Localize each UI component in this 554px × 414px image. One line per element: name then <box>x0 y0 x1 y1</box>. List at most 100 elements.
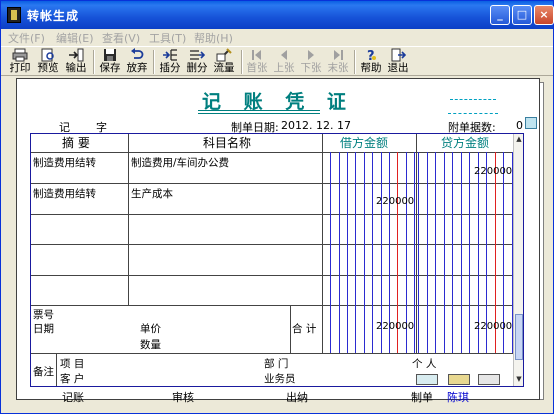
salesman-label: 业务员 <box>264 373 296 385</box>
first-page-icon <box>249 48 265 62</box>
row-1-summary[interactable]: 制造费用结转 <box>33 155 96 170</box>
cash-flow-icon <box>216 48 232 62</box>
row-2-summary[interactable]: 制造费用结转 <box>33 186 96 201</box>
minimize-button[interactable]: _ <box>490 5 510 25</box>
bookkeeping-label: 记账 <box>62 391 84 404</box>
insert-row-icon <box>162 48 178 62</box>
app-icon <box>7 7 21 23</box>
person-label: 个 人 <box>412 358 437 370</box>
digit-line <box>452 152 453 353</box>
delete-entry-button[interactable]: 删分 <box>184 47 210 76</box>
grid-line <box>31 305 513 306</box>
print-button[interactable]: 打印 <box>7 47 33 76</box>
grid-line <box>290 305 291 353</box>
credit-total: 220000 <box>474 321 513 332</box>
abandon-button[interactable]: 放弃 <box>124 47 150 76</box>
row-2-debit[interactable]: 220000 <box>376 196 414 207</box>
row-1-account[interactable]: 制造费用/车间办公费 <box>131 155 229 170</box>
dashed-line <box>450 99 496 100</box>
digit-line <box>347 152 348 353</box>
menu-edit[interactable]: 编辑(E) <box>56 30 94 46</box>
ticket-date-label: 日期 <box>33 323 54 335</box>
debit-total: 220000 <box>376 321 415 332</box>
card-icon[interactable] <box>416 374 438 385</box>
help-button[interactable]: ? 帮助 <box>358 47 384 76</box>
title-underline <box>198 110 320 111</box>
menu-file[interactable]: 文件(F) <box>8 30 45 46</box>
project-label: 项 目 <box>60 358 85 370</box>
row-1-credit[interactable]: 220000 <box>474 166 512 177</box>
toolbar: 打印 预览 输出 保存 放弃 插分 删分 流量 首张 上张 下张 末张 ? 帮助… <box>1 46 553 76</box>
scroll-thumb[interactable] <box>515 314 523 360</box>
last-voucher-button[interactable]: 末张 <box>325 47 351 76</box>
first-voucher-button[interactable]: 首张 <box>244 47 270 76</box>
delete-row-icon <box>189 48 206 62</box>
vertical-scrollbar[interactable]: ▲ ▼ <box>513 134 523 386</box>
voucher-date[interactable]: 2012. 12. 17 <box>281 119 351 132</box>
next-page-icon <box>303 48 319 62</box>
maker-label: 制单 <box>411 391 433 404</box>
menu-help[interactable]: 帮助(H) <box>194 30 233 46</box>
grid-line <box>31 183 513 184</box>
digit-line <box>414 152 415 353</box>
debit-header: 借方金额 <box>340 136 389 150</box>
search-icon[interactable] <box>525 117 537 129</box>
grid-line <box>322 134 323 353</box>
attachments-count[interactable]: 0 <box>516 119 523 132</box>
digit-line <box>330 152 331 353</box>
digit-line <box>444 152 445 353</box>
undo-icon <box>129 48 145 62</box>
floppy-icon <box>102 48 118 62</box>
total-label: 合 计 <box>292 323 317 335</box>
toolbar-separator <box>153 50 155 74</box>
digit-line <box>427 152 428 353</box>
last-page-icon <box>330 48 346 62</box>
grid-line <box>31 152 513 153</box>
review-label: 审核 <box>172 391 194 404</box>
exit-button[interactable]: 退出 <box>385 47 411 76</box>
ticket-no-label: 票号 <box>33 309 54 321</box>
grid-line <box>31 353 513 354</box>
scroll-down-icon[interactable]: ▼ <box>515 375 523 384</box>
title-underline <box>198 113 320 114</box>
menu-view[interactable]: 查看(V) <box>102 30 140 46</box>
export-icon <box>68 48 84 62</box>
grid-line <box>31 275 513 276</box>
next-voucher-button[interactable]: 下张 <box>298 47 324 76</box>
scroll-up-icon[interactable]: ▲ <box>515 135 523 144</box>
title-bar: 转帐生成 _ □ × <box>1 1 554 29</box>
preview-button[interactable]: 预览 <box>35 47 61 76</box>
preview-icon <box>40 48 56 62</box>
digit-line <box>435 152 436 353</box>
toolbar-separator <box>241 50 243 74</box>
id-card-icon[interactable] <box>448 374 470 385</box>
account-header: 科目名称 <box>203 136 252 150</box>
cash-flow-button[interactable]: 流量 <box>211 47 237 76</box>
grid-line <box>31 214 513 215</box>
unit-price-label: 单价 <box>140 323 161 335</box>
customer-label: 客 户 <box>60 373 85 385</box>
remarks-label: 备注 <box>33 366 54 378</box>
department-label: 部 门 <box>264 358 289 370</box>
row-2-account[interactable]: 生产成本 <box>131 186 173 201</box>
help-icon: ? <box>363 48 379 64</box>
credit-header: 贷方金额 <box>441 136 490 150</box>
printer-icon <box>12 48 28 62</box>
cashier-label: 出纳 <box>286 391 308 404</box>
grid-line <box>31 244 513 245</box>
insert-entry-button[interactable]: 插分 <box>157 47 183 76</box>
voucher-grid <box>30 133 524 387</box>
digit-line <box>364 152 365 353</box>
close-button[interactable]: × <box>534 5 554 25</box>
digit-line <box>461 152 462 353</box>
menu-tools[interactable]: 工具(T) <box>149 30 186 46</box>
menu-bar: 文件(F) 编辑(E) 查看(V) 工具(T) 帮助(H) <box>1 29 553 46</box>
export-button[interactable]: 输出 <box>63 47 89 76</box>
prev-voucher-button[interactable]: 上张 <box>271 47 297 76</box>
chart-icon[interactable] <box>478 374 500 385</box>
save-button[interactable]: 保存 <box>97 47 123 76</box>
maximize-button[interactable]: □ <box>512 5 532 25</box>
svg-text:?: ? <box>367 49 375 62</box>
summary-header: 摘 要 <box>62 136 90 150</box>
digit-line <box>418 152 419 353</box>
